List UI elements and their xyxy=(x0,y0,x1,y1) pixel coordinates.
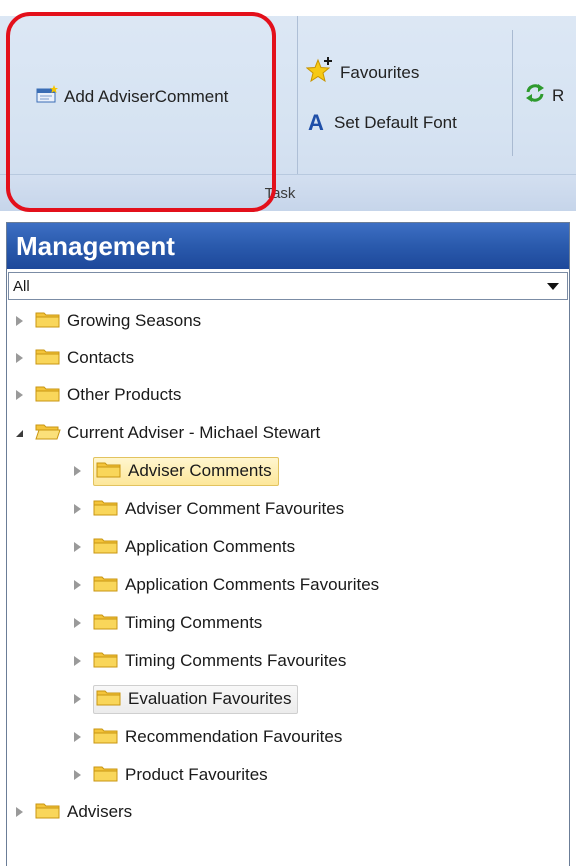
folder-icon xyxy=(35,801,61,824)
filter-value: All xyxy=(13,277,30,295)
expand-arrow-icon[interactable] xyxy=(13,806,25,818)
expand-arrow-icon[interactable] xyxy=(13,315,25,327)
folder-icon xyxy=(93,536,119,559)
folder-icon xyxy=(93,726,119,749)
tree-node-label: Other Products xyxy=(67,385,182,404)
tree-node-advisers[interactable]: Advisers xyxy=(13,796,132,828)
management-panel: Management All Growing Seasons Contacts … xyxy=(6,222,570,866)
tree-node-label: Adviser Comments xyxy=(128,461,272,480)
tree-node-label: Timing Comments Favourites xyxy=(125,651,347,670)
ribbon-top-strip xyxy=(0,0,576,16)
folder-icon xyxy=(93,574,119,597)
folder-icon xyxy=(35,310,61,333)
tree-node-label: Adviser Comment Favourites xyxy=(125,499,345,518)
hover-node-highlight: Evaluation Favourites xyxy=(93,684,299,714)
tree-node-recommendation-favourites[interactable]: Recommendation Favourites xyxy=(71,721,342,753)
folder-icon xyxy=(93,650,119,673)
tree-node-label: Recommendation Favourites xyxy=(125,727,343,746)
tree-node-contacts[interactable]: Contacts xyxy=(13,342,134,374)
ribbon-task-group: Task xyxy=(0,16,576,211)
tree-node-adviser-comment-favourites[interactable]: Adviser Comment Favourites xyxy=(71,493,344,525)
folder-icon xyxy=(96,688,122,711)
tree-node-label: Contacts xyxy=(67,348,135,367)
tree-node-label: Evaluation Favourites xyxy=(128,689,292,708)
panel-title: Management xyxy=(7,223,569,269)
tree-node-product-favourites[interactable]: Product Favourites xyxy=(71,759,268,791)
task-group-footer: Task xyxy=(0,174,576,211)
expand-arrow-icon[interactable] xyxy=(13,389,25,401)
tree-node-label: Advisers xyxy=(67,802,133,821)
tree-node-current-adviser[interactable]: Current Adviser - Michael Stewart xyxy=(13,417,320,449)
filter-dropdown[interactable]: All xyxy=(8,272,568,300)
folder-icon xyxy=(93,612,119,635)
folder-icon xyxy=(93,498,119,521)
expand-arrow-icon[interactable] xyxy=(13,352,25,364)
ribbon: Add AdviserComment Favourites A Set Defa… xyxy=(0,0,576,212)
expand-arrow-icon[interactable] xyxy=(71,617,83,629)
tree-node-label: Product Favourites xyxy=(125,765,268,784)
open-folder-icon xyxy=(35,422,61,445)
folder-icon xyxy=(35,384,61,407)
expand-arrow-icon[interactable] xyxy=(71,503,83,515)
folder-icon xyxy=(96,460,122,483)
expand-arrow-icon[interactable] xyxy=(71,769,83,781)
tree-node-other-products[interactable]: Other Products xyxy=(13,379,181,411)
folder-icon xyxy=(93,764,119,787)
tree-node-evaluation-favourites[interactable]: Evaluation Favourites xyxy=(71,683,299,715)
tree-node-timing-comments[interactable]: Timing Comments xyxy=(71,607,262,639)
expand-arrow-icon[interactable] xyxy=(71,465,83,477)
selected-node-highlight: Adviser Comments xyxy=(93,456,279,486)
task-group-label: Task xyxy=(264,184,296,202)
tree-node-label: Current Adviser - Michael Stewart xyxy=(67,423,321,442)
tree-node-timing-comments-favourites[interactable]: Timing Comments Favourites xyxy=(71,645,346,677)
tree-node-label: Timing Comments xyxy=(125,613,263,632)
expand-arrow-icon[interactable] xyxy=(71,579,83,591)
expand-arrow-icon[interactable] xyxy=(71,541,83,553)
expand-arrow-icon[interactable] xyxy=(71,693,83,705)
tree-node-adviser-comments[interactable]: Adviser Comments xyxy=(71,455,279,487)
tree-node-label: Application Comments Favourites xyxy=(125,575,380,594)
collapse-arrow-icon[interactable] xyxy=(13,427,25,439)
tree-node-label: Application Comments xyxy=(125,537,296,556)
folder-icon xyxy=(35,347,61,370)
tree-node-label: Growing Seasons xyxy=(67,311,202,330)
tree-node-growing-seasons[interactable]: Growing Seasons xyxy=(13,305,201,337)
tree-node-application-comments-favourites[interactable]: Application Comments Favourites xyxy=(71,569,379,601)
dropdown-arrow-icon[interactable] xyxy=(547,282,559,290)
expand-arrow-icon[interactable] xyxy=(71,655,83,667)
expand-arrow-icon[interactable] xyxy=(71,731,83,743)
tree-node-application-comments[interactable]: Application Comments xyxy=(71,531,295,563)
